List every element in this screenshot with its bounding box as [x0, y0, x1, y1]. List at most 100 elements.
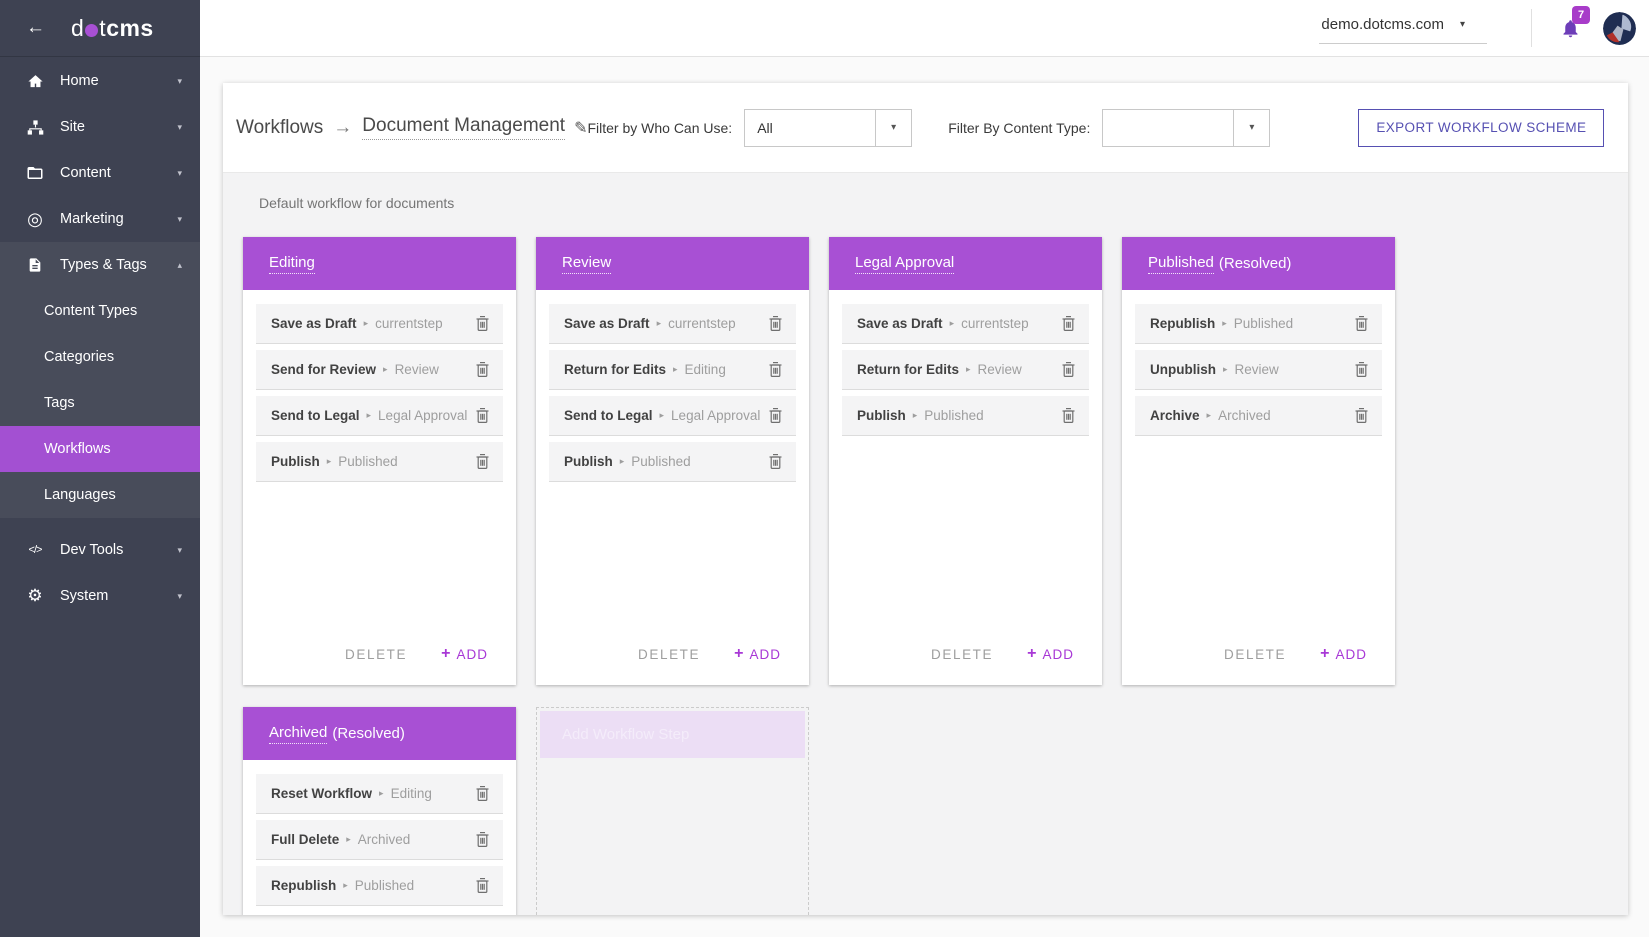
delete-step-button[interactable]: DELETE: [931, 647, 993, 662]
delete-action-button[interactable]: [1354, 407, 1369, 424]
arrow-right-icon: ▸: [966, 364, 971, 375]
sidebar-item-content-types[interactable]: Content Types: [0, 288, 200, 334]
add-action-button[interactable]: +ADD: [1320, 645, 1367, 663]
action-row[interactable]: Save as Draft ▸ currentstep: [549, 304, 796, 344]
workflow-step-card-editing: Editing Save as Draft ▸ currentstep Send…: [243, 237, 516, 685]
action-row[interactable]: Republish ▸ Published: [256, 866, 503, 906]
action-target: Published: [355, 878, 414, 893]
sidebar-subitem-label: Languages: [44, 487, 116, 503]
delete-action-button[interactable]: [1354, 361, 1369, 378]
sidebar-item-languages[interactable]: Languages: [0, 472, 200, 518]
step-title[interactable]: Legal Approval: [855, 254, 954, 274]
sidebar-item-categories[interactable]: Categories: [0, 334, 200, 380]
action-list: Save as Draft ▸ currentstep Return for E…: [536, 290, 809, 645]
action-row[interactable]: Save as Draft ▸ currentstep: [842, 304, 1089, 344]
action-name: Republish: [271, 878, 336, 893]
delete-action-button[interactable]: [475, 315, 490, 332]
add-label: ADD: [749, 647, 781, 662]
sidebar-item-workflows[interactable]: Workflows: [0, 426, 200, 472]
step-title[interactable]: Review: [562, 254, 611, 274]
collapse-sidebar-icon[interactable]: ←: [26, 17, 45, 39]
dotcms-logo: dtcms: [71, 15, 154, 42]
delete-action-button[interactable]: [1354, 315, 1369, 332]
breadcrumb-arrow-icon: →: [333, 117, 352, 139]
select-caret-icon: ▾: [1233, 110, 1269, 146]
action-row[interactable]: Return for Edits ▸ Editing: [549, 350, 796, 390]
action-name: Archive: [1150, 408, 1200, 423]
sidebar-item-site[interactable]: Site ▾: [0, 104, 200, 150]
sidebar: ← dtcms Home ▾ Site ▾ Content ▾ ◎: [0, 0, 200, 937]
add-workflow-step-dropzone[interactable]: Add Workflow Step: [536, 707, 809, 915]
action-row[interactable]: Save as Draft ▸ currentstep: [256, 304, 503, 344]
step-title[interactable]: Archived: [269, 724, 327, 744]
site-selector[interactable]: demo.dotcms.com ▾: [1319, 12, 1487, 44]
export-workflow-scheme-button[interactable]: EXPORT WORKFLOW SCHEME: [1358, 109, 1604, 147]
action-row[interactable]: Send to Legal ▸ Legal Approval: [549, 396, 796, 436]
action-row[interactable]: Unpublish ▸ Review: [1135, 350, 1382, 390]
delete-action-button[interactable]: [475, 361, 490, 378]
delete-step-button[interactable]: DELETE: [1224, 647, 1286, 662]
arrow-right-icon: ▸: [913, 410, 918, 421]
add-action-button[interactable]: +ADD: [441, 645, 488, 663]
action-target: Published: [924, 408, 983, 423]
action-row[interactable]: Send for Review ▸ Review: [256, 350, 503, 390]
action-row[interactable]: Republish ▸ Published: [1135, 304, 1382, 344]
delete-action-button[interactable]: [768, 407, 783, 424]
delete-action-button[interactable]: [475, 453, 490, 470]
sidebar-item-home[interactable]: Home ▾: [0, 58, 200, 104]
add-action-button[interactable]: +ADD: [734, 645, 781, 663]
workflow-step-card-legal-approval: Legal Approval Save as Draft ▸ currentst…: [829, 237, 1102, 685]
scheme-name[interactable]: Document Management: [362, 115, 565, 140]
action-row[interactable]: Reset Workflow ▸ Editing: [256, 774, 503, 814]
delete-action-button[interactable]: [768, 361, 783, 378]
action-row[interactable]: Publish ▸ Published: [842, 396, 1089, 436]
action-row[interactable]: Publish ▸ Published: [549, 442, 796, 482]
action-row[interactable]: Return for Edits ▸ Review: [842, 350, 1089, 390]
delete-action-button[interactable]: [1061, 315, 1076, 332]
sidebar-item-label: Content: [60, 165, 111, 181]
delete-step-button[interactable]: DELETE: [638, 647, 700, 662]
step-suffix: (Resolved): [1219, 255, 1292, 272]
chevron-down-icon: ▾: [177, 214, 182, 225]
action-row[interactable]: Archive ▸ Archived: [1135, 396, 1382, 436]
filter-type-select[interactable]: ▾: [1102, 109, 1270, 147]
sidebar-item-label: Dev Tools: [60, 542, 123, 558]
breadcrumb-root[interactable]: Workflows: [236, 117, 323, 139]
action-row[interactable]: Publish ▸ Published: [256, 442, 503, 482]
delete-action-button[interactable]: [768, 315, 783, 332]
delete-step-button[interactable]: DELETE: [345, 647, 407, 662]
avatar[interactable]: [1603, 12, 1636, 45]
action-name: Publish: [271, 454, 320, 469]
sidebar-item-dev-tools[interactable]: </> Dev Tools ▾: [0, 527, 200, 573]
sidebar-item-tags[interactable]: Tags: [0, 380, 200, 426]
delete-action-button[interactable]: [475, 785, 490, 802]
filter-who-select[interactable]: All ▾: [744, 109, 912, 147]
sidebar-item-label: System: [60, 588, 108, 604]
add-action-button[interactable]: +ADD: [1027, 645, 1074, 663]
step-card-header: Editing: [243, 237, 516, 290]
sidebar-item-marketing[interactable]: ◎ Marketing ▾: [0, 196, 200, 242]
action-name: Publish: [564, 454, 613, 469]
sidebar-item-types-tags[interactable]: Types & Tags ▴: [0, 242, 200, 288]
action-row[interactable]: Full Delete ▸ Archived: [256, 820, 503, 860]
delete-action-button[interactable]: [475, 877, 490, 894]
notifications-button[interactable]: 7: [1560, 17, 1581, 40]
sidebar-subitem-label: Categories: [44, 349, 114, 365]
step-card-header: Archived (Resolved): [243, 707, 516, 760]
delete-action-button[interactable]: [1061, 407, 1076, 424]
step-title[interactable]: Published: [1148, 254, 1214, 274]
delete-action-button[interactable]: [768, 453, 783, 470]
action-target: Review: [1235, 362, 1279, 377]
arrow-right-icon: ▸: [343, 880, 348, 891]
step-title[interactable]: Editing: [269, 254, 315, 274]
sidebar-item-system[interactable]: ⚙ System ▾: [0, 573, 200, 619]
plus-icon: +: [1320, 645, 1330, 663]
edit-pencil-icon[interactable]: ✎: [574, 118, 587, 138]
sidebar-item-content[interactable]: Content ▾: [0, 150, 200, 196]
delete-action-button[interactable]: [1061, 361, 1076, 378]
workflow-description: Default workflow for documents: [259, 195, 1628, 211]
action-row[interactable]: Send to Legal ▸ Legal Approval: [256, 396, 503, 436]
delete-action-button[interactable]: [475, 831, 490, 848]
workflow-step-card-published: Published (Resolved) Republish ▸ Publish…: [1122, 237, 1395, 685]
delete-action-button[interactable]: [475, 407, 490, 424]
